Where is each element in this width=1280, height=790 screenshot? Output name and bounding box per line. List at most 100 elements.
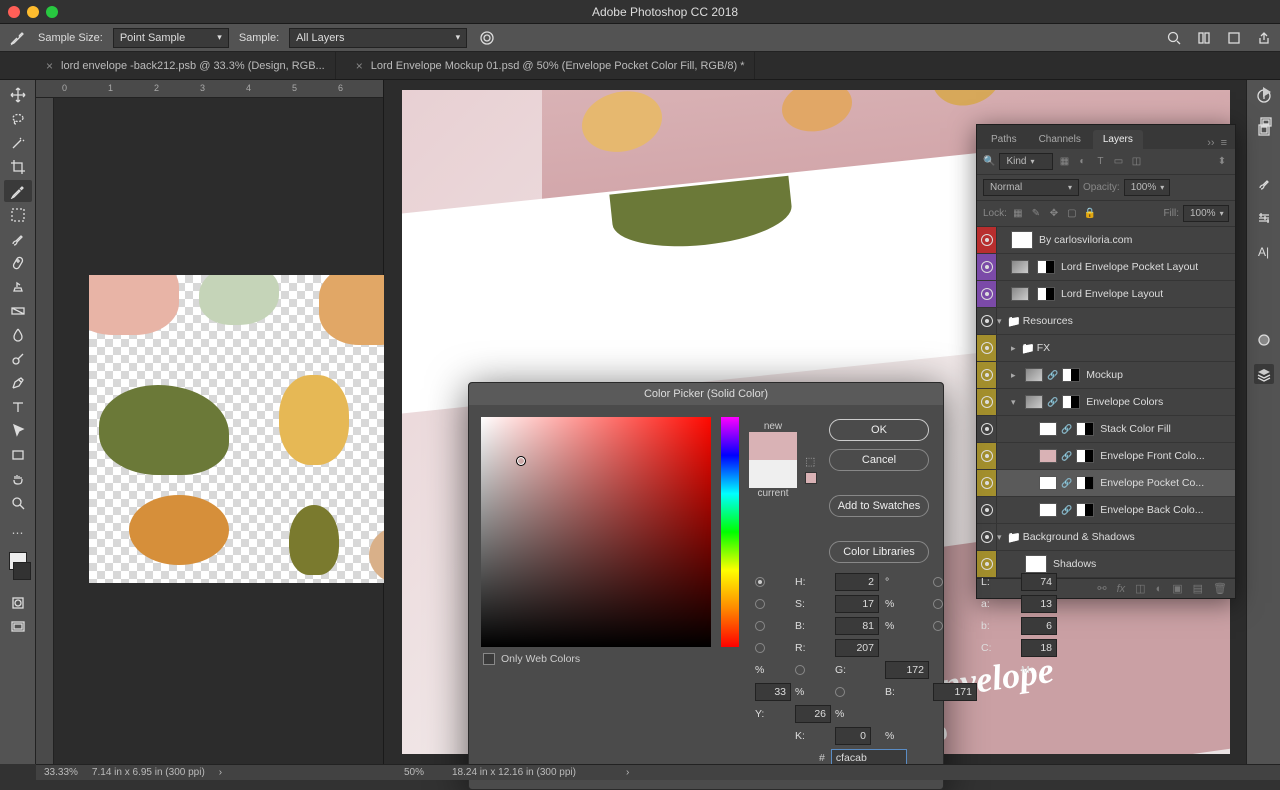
rectangle-tool-icon[interactable]: [4, 444, 32, 466]
close-icon[interactable]: [8, 6, 20, 18]
filter-type-icon[interactable]: T: [1093, 155, 1107, 169]
screen-mode-icon[interactable]: [4, 616, 32, 638]
layer-group-icon[interactable]: ▣: [1172, 582, 1182, 595]
g-input[interactable]: [885, 661, 929, 679]
lock-position-icon[interactable]: ✥: [1047, 207, 1061, 221]
edit-toolbar-icon[interactable]: ⋯: [4, 522, 32, 544]
layer-row[interactable]: Lord Envelope Layout: [977, 281, 1235, 308]
dodge-tool-icon[interactable]: [4, 348, 32, 370]
visibility-toggle[interactable]: [977, 335, 997, 361]
document-view-left[interactable]: 0 1 2 3 4 5 6: [36, 80, 384, 764]
tab-layers[interactable]: Layers: [1093, 130, 1143, 149]
hue-slider[interactable]: [721, 417, 739, 647]
radio-b2[interactable]: [933, 621, 943, 631]
crop-tool-icon[interactable]: [4, 156, 32, 178]
gradient-tool-icon[interactable]: [4, 300, 32, 322]
disclosure-triangle-icon[interactable]: ▸: [1011, 370, 1021, 381]
sample-select[interactable]: All Layers ▾: [289, 28, 467, 48]
visibility-toggle[interactable]: [977, 254, 997, 280]
visibility-toggle[interactable]: [977, 389, 997, 415]
layer-filter-kind[interactable]: Kind▾: [999, 153, 1053, 170]
layer-row[interactable]: By carlosviloria.com: [977, 227, 1235, 254]
radio-l[interactable]: [933, 577, 943, 587]
zoom-level-left[interactable]: 33.33%: [44, 767, 78, 778]
play-action-icon[interactable]: [1256, 82, 1276, 102]
chevron-right-icon[interactable]: ›: [219, 767, 222, 778]
visibility-toggle[interactable]: [977, 308, 997, 334]
c-input[interactable]: [1021, 639, 1057, 657]
radio-r[interactable]: [755, 643, 765, 653]
new-layer-icon[interactable]: ▤: [1193, 582, 1203, 595]
clone-stamp-tool-icon[interactable]: [4, 276, 32, 298]
lock-transparent-icon[interactable]: ▦: [1011, 207, 1025, 221]
k-input[interactable]: [835, 727, 871, 745]
layer-row[interactable]: ▸🔗Mockup: [977, 362, 1235, 389]
h-input[interactable]: [835, 573, 879, 591]
s-input[interactable]: [835, 595, 879, 613]
checkbox-icon[interactable]: [483, 653, 495, 665]
share-icon[interactable]: [1254, 28, 1274, 48]
lock-all-icon[interactable]: 🔒: [1083, 207, 1097, 221]
sample-ring-icon[interactable]: [477, 28, 497, 48]
brush-panel-icon[interactable]: [1254, 174, 1274, 194]
layer-mask-icon[interactable]: ◫: [1135, 582, 1145, 595]
adjustment-layer-icon[interactable]: ◐: [1156, 583, 1163, 595]
lock-artboard-icon[interactable]: ▢: [1065, 207, 1079, 221]
opacity-input[interactable]: 100%▾: [1124, 179, 1170, 196]
collapse-icon[interactable]: ››: [1207, 137, 1214, 149]
layer-fx-icon[interactable]: fx: [1117, 583, 1126, 595]
search-icon[interactable]: [1164, 28, 1184, 48]
m-input[interactable]: [755, 683, 791, 701]
maximize-icon[interactable]: [46, 6, 58, 18]
move-tool-icon[interactable]: [4, 84, 32, 106]
document-tab[interactable]: × lord envelope -back212.psb @ 33.3% (De…: [36, 52, 336, 79]
magic-wand-tool-icon[interactable]: [4, 132, 32, 154]
tab-channels[interactable]: Channels: [1029, 130, 1091, 149]
color-libraries-button[interactable]: Color Libraries: [829, 541, 929, 563]
a-input[interactable]: [1021, 595, 1057, 613]
websafe-swatch-icon[interactable]: [805, 472, 817, 484]
swatches-panel-icon[interactable]: [1254, 330, 1274, 350]
disclosure-triangle-icon[interactable]: ▾: [997, 316, 1007, 327]
delete-layer-icon[interactable]: 🗑: [1213, 582, 1227, 595]
saturation-value-field[interactable]: [481, 417, 711, 647]
filter-shape-icon[interactable]: ▭: [1111, 155, 1125, 169]
arrange-documents-icon[interactable]: [1194, 28, 1214, 48]
panel-menu-icon[interactable]: ≡: [1221, 137, 1227, 149]
quickmask-icon[interactable]: [4, 592, 32, 614]
zoom-tool-icon[interactable]: [4, 492, 32, 514]
layer-row[interactable]: ▾🔗Envelope Colors: [977, 389, 1235, 416]
type-tool-icon[interactable]: [4, 396, 32, 418]
filter-pixel-icon[interactable]: ▦: [1057, 155, 1071, 169]
disclosure-triangle-icon[interactable]: ▾: [1011, 397, 1021, 408]
visibility-toggle[interactable]: [977, 227, 997, 253]
radio-s[interactable]: [755, 599, 765, 609]
l-input[interactable]: [1021, 573, 1057, 591]
libraries-icon[interactable]: [1256, 112, 1276, 132]
document-tab[interactable]: × Lord Envelope Mockup 01.psd @ 50% (Env…: [346, 52, 756, 79]
current-color-swatch[interactable]: [749, 460, 797, 488]
layer-row[interactable]: Lord Envelope Pocket Layout: [977, 254, 1235, 281]
cancel-button[interactable]: Cancel: [829, 449, 929, 471]
b-input[interactable]: [835, 617, 879, 635]
filter-toggle-icon[interactable]: ⬍: [1215, 155, 1229, 169]
add-to-swatches-button[interactable]: Add to Swatches: [829, 495, 929, 517]
radio-h[interactable]: [755, 577, 765, 587]
ok-button[interactable]: OK: [829, 419, 929, 441]
eyedropper-tool-icon[interactable]: [6, 27, 28, 49]
layer-row[interactable]: ▾📁Resources: [977, 308, 1235, 335]
zoom-level-right[interactable]: 50%: [404, 767, 424, 778]
character-panel-icon[interactable]: A|: [1254, 242, 1274, 262]
filter-adjust-icon[interactable]: ◐: [1075, 155, 1089, 169]
doc-info-right[interactable]: 18.24 in x 12.16 in (300 ppi): [452, 767, 576, 778]
cube-icon[interactable]: ⬚: [805, 455, 817, 468]
filter-smart-icon[interactable]: ◫: [1129, 155, 1143, 169]
sample-size-select[interactable]: Point Sample ▾: [113, 28, 229, 48]
pen-tool-icon[interactable]: [4, 372, 32, 394]
layer-row[interactable]: ▸📁FX: [977, 335, 1235, 362]
visibility-toggle[interactable]: [977, 362, 997, 388]
color-cursor[interactable]: [516, 456, 526, 466]
background-swatch[interactable]: [13, 562, 31, 580]
tab-paths[interactable]: Paths: [981, 130, 1027, 149]
minimize-icon[interactable]: [27, 6, 39, 18]
